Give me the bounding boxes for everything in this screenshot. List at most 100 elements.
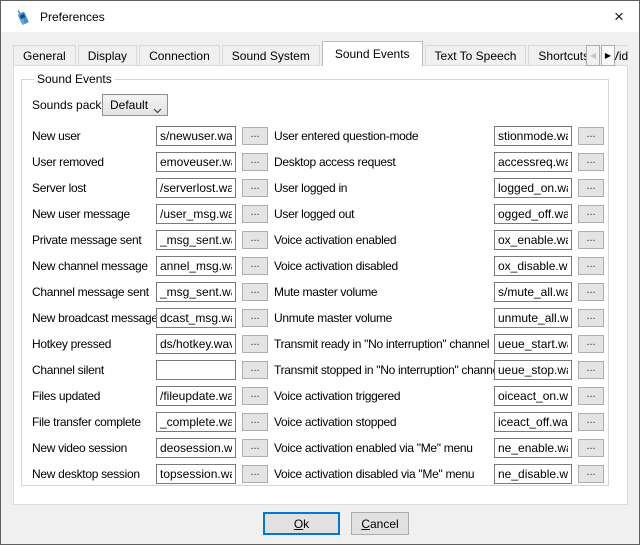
sound-file-input[interactable] xyxy=(156,256,236,276)
sound-file-input[interactable] xyxy=(494,334,572,354)
preferences-window: Preferences × General Display Connection… xyxy=(0,0,640,545)
cancel-button[interactable]: Cancel xyxy=(351,512,409,535)
sound-file-input[interactable] xyxy=(494,438,572,458)
sound-file-input[interactable] xyxy=(494,204,572,224)
sound-file-input[interactable] xyxy=(494,152,572,172)
browse-button[interactable]: ... xyxy=(578,387,604,405)
sound-file-input[interactable] xyxy=(494,360,572,380)
browse-button[interactable]: ... xyxy=(242,127,268,145)
browse-button[interactable]: ... xyxy=(242,361,268,379)
sound-event-label: Files updated xyxy=(32,389,156,403)
browse-button[interactable]: ... xyxy=(578,205,604,223)
browse-button[interactable]: ... xyxy=(242,231,268,249)
browse-button[interactable]: ... xyxy=(242,205,268,223)
browse-button[interactable]: ... xyxy=(242,153,268,171)
sound-file-input[interactable] xyxy=(494,308,572,328)
tab-sound-system[interactable]: Sound System xyxy=(222,45,320,66)
browse-button[interactable]: ... xyxy=(242,335,268,353)
sound-file-input[interactable] xyxy=(494,412,572,432)
sound-event-label: Voice activation stopped xyxy=(274,415,494,429)
sound-file-input[interactable] xyxy=(156,126,236,146)
teamtalk-app-icon xyxy=(13,7,33,27)
sound-file-input[interactable] xyxy=(156,152,236,172)
browse-button[interactable]: ... xyxy=(578,231,604,249)
sound-file-input[interactable] xyxy=(156,282,236,302)
browse-button[interactable]: ... xyxy=(578,283,604,301)
browse-button[interactable]: ... xyxy=(578,413,604,431)
sound-file-input[interactable] xyxy=(494,386,572,406)
sound-event-label: Hotkey pressed xyxy=(32,337,156,351)
titlebar: Preferences × xyxy=(1,1,639,32)
browse-button[interactable]: ... xyxy=(242,387,268,405)
sounds-pack-dropdown[interactable]: Default xyxy=(102,94,168,116)
browse-button[interactable]: ... xyxy=(578,309,604,327)
sound-event-label: Server lost xyxy=(32,181,156,195)
arrow-right-icon: ▶ xyxy=(605,51,611,60)
close-icon: × xyxy=(614,8,624,25)
sound-event-label: Voice activation disabled xyxy=(274,259,494,273)
sound-file-input[interactable] xyxy=(494,230,572,250)
sound-file-input[interactable] xyxy=(156,308,236,328)
browse-button[interactable]: ... xyxy=(578,439,604,457)
sound-file-input[interactable] xyxy=(494,464,572,484)
sound-event-label: Transmit stopped in "No interruption" ch… xyxy=(274,363,494,377)
tab-bar: General Display Connection Sound System … xyxy=(13,41,628,66)
sound-file-input[interactable] xyxy=(156,204,236,224)
tab-sound-events[interactable]: Sound Events xyxy=(322,41,423,66)
sound-event-label: User logged out xyxy=(274,207,494,221)
sound-file-input[interactable] xyxy=(156,412,236,432)
ok-button[interactable]: Ok xyxy=(263,512,340,535)
sound-file-input[interactable] xyxy=(156,464,236,484)
browse-button[interactable]: ... xyxy=(578,257,604,275)
sound-event-label: Voice activation triggered xyxy=(274,389,494,403)
sound-event-label: Channel message sent xyxy=(32,285,156,299)
sound-event-label: Desktop access request xyxy=(274,155,494,169)
window-title: Preferences xyxy=(40,10,105,24)
sound-event-label: Unmute master volume xyxy=(274,311,494,325)
sound-file-input[interactable] xyxy=(494,256,572,276)
sound-file-input[interactable] xyxy=(156,334,236,354)
browse-button[interactable]: ... xyxy=(242,257,268,275)
tab-display[interactable]: Display xyxy=(78,45,137,66)
tab-text-to-speech[interactable]: Text To Speech xyxy=(425,45,527,66)
sound-event-label: User entered question-mode xyxy=(274,129,494,143)
tab-general[interactable]: General xyxy=(13,45,76,66)
browse-button[interactable]: ... xyxy=(578,335,604,353)
browse-button[interactable]: ... xyxy=(242,283,268,301)
browse-button[interactable]: ... xyxy=(578,465,604,483)
browse-button[interactable]: ... xyxy=(242,179,268,197)
browse-button[interactable]: ... xyxy=(242,439,268,457)
dialog-buttons: Ok Cancel xyxy=(17,512,640,535)
sound-file-input[interactable] xyxy=(156,178,236,198)
sounds-pack-label: Sounds pack xyxy=(32,98,102,112)
sound-event-label: New desktop session xyxy=(32,467,156,481)
tab-scroll-right-button[interactable]: ▶ xyxy=(601,45,615,66)
sound-file-input[interactable] xyxy=(494,282,572,302)
sound-event-label: Voice activation enabled xyxy=(274,233,494,247)
sounds-pack-row: Sounds pack Default xyxy=(32,94,608,116)
sound-event-label: Mute master volume xyxy=(274,285,494,299)
browse-button[interactable]: ... xyxy=(242,309,268,327)
browse-button[interactable]: ... xyxy=(242,413,268,431)
browse-button[interactable]: ... xyxy=(578,153,604,171)
sound-file-input[interactable] xyxy=(156,360,236,380)
browse-button[interactable]: ... xyxy=(242,465,268,483)
groupbox-title: Sound Events xyxy=(34,72,115,86)
tab-connection[interactable]: Connection xyxy=(139,45,220,66)
sound-event-label: Voice activation disabled via "Me" menu xyxy=(274,467,494,481)
tab-scroll-buttons: ◀ ▶ xyxy=(585,45,615,66)
sound-file-input[interactable] xyxy=(156,230,236,250)
browse-button[interactable]: ... xyxy=(578,179,604,197)
close-button[interactable]: × xyxy=(599,1,639,32)
sound-event-label: New channel message xyxy=(32,259,156,273)
sound-file-input[interactable] xyxy=(494,178,572,198)
sound-file-input[interactable] xyxy=(156,438,236,458)
browse-button[interactable]: ... xyxy=(578,127,604,145)
sound-event-label: New broadcast message xyxy=(32,311,156,325)
sound-event-label: Private message sent xyxy=(32,233,156,247)
browse-button[interactable]: ... xyxy=(578,361,604,379)
sound-file-input[interactable] xyxy=(494,126,572,146)
sound-event-label: New user xyxy=(32,129,156,143)
sound-file-input[interactable] xyxy=(156,386,236,406)
tab-scroll-left-button[interactable]: ◀ xyxy=(586,45,600,66)
